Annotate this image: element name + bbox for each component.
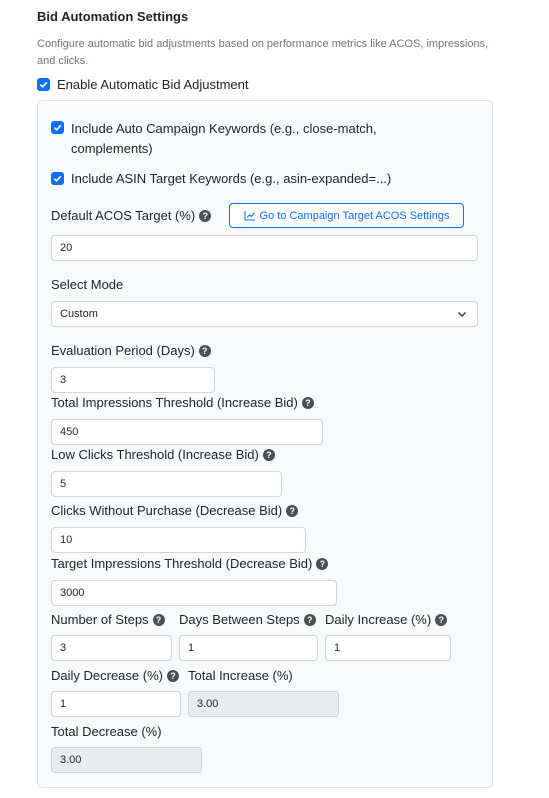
help-icon[interactable]: ? <box>262 448 275 461</box>
clicks-without-purchase-input[interactable]: 10 <box>51 527 306 553</box>
total-impressions-input[interactable]: 450 <box>51 419 323 445</box>
help-icon[interactable]: ? <box>152 613 165 626</box>
daily-decrease-label: Daily Decrease (%)? <box>51 668 179 683</box>
asin-target-label: Include ASIN Target Keywords (e.g., asin… <box>71 171 392 186</box>
low-clicks-input[interactable]: 5 <box>51 471 282 497</box>
clicks-without-purchase-label: Clicks Without Purchase (Decrease Bid)? <box>51 503 299 518</box>
total-increase-readonly: 3.00 <box>188 691 339 717</box>
total-decrease-label: Total Decrease (%) <box>51 724 162 739</box>
help-icon[interactable]: ? <box>199 209 212 222</box>
select-mode-label: Select Mode <box>51 277 124 292</box>
default-acos-label: Default ACOS Target (%)? <box>51 208 212 223</box>
default-acos-input[interactable]: 20 <box>51 235 478 261</box>
section-description: Configure automatic bid adjustments base… <box>37 38 489 67</box>
daily-decrease-input[interactable]: 1 <box>51 691 181 717</box>
evaluation-period-label: Evaluation Period (Days)? <box>51 343 211 358</box>
enable-auto-bid-checkbox[interactable]: Enable Automatic Bid Adjustment <box>37 77 249 92</box>
days-between-steps-label: Days Between Steps? <box>179 612 316 627</box>
help-icon[interactable]: ? <box>166 669 179 682</box>
total-decrease-readonly: 3.00 <box>51 747 202 773</box>
help-icon[interactable]: ? <box>301 396 314 409</box>
help-icon[interactable]: ? <box>316 557 329 570</box>
help-icon[interactable]: ? <box>435 613 448 626</box>
target-impressions-label: Target Impressions Threshold (Decrease B… <box>51 556 329 571</box>
section-title: Bid Automation Settings <box>37 9 189 24</box>
total-increase-label: Total Increase (%) <box>188 668 293 683</box>
select-mode-value: Custom <box>60 308 98 320</box>
low-clicks-label: Low Clicks Threshold (Increase Bid)? <box>51 447 275 462</box>
auto-campaign-checkbox[interactable]: Include Auto Campaign Keywords (e.g., cl… <box>51 119 377 159</box>
number-of-steps-label: Number of Steps? <box>51 612 165 627</box>
daily-increase-input[interactable]: 1 <box>325 635 451 661</box>
go-to-target-acos-label: Go to Campaign Target ACOS Settings <box>259 209 450 222</box>
select-mode-dropdown[interactable]: Custom <box>51 301 478 327</box>
total-impressions-label: Total Impressions Threshold (Increase Bi… <box>51 395 314 410</box>
checkbox-checked-icon[interactable] <box>51 121 64 134</box>
daily-increase-label: Daily Increase (%)? <box>325 612 448 627</box>
help-icon[interactable]: ? <box>303 613 316 626</box>
asin-target-checkbox[interactable]: Include ASIN Target Keywords (e.g., asin… <box>51 171 391 186</box>
number-of-steps-input[interactable]: 3 <box>51 635 172 661</box>
target-impressions-input[interactable]: 3000 <box>51 580 337 606</box>
help-icon[interactable]: ? <box>198 344 211 357</box>
auto-campaign-label-line2: complements) <box>71 141 153 156</box>
chart-line-icon <box>243 211 255 221</box>
help-icon[interactable]: ? <box>286 504 299 517</box>
auto-campaign-label-line1: Include Auto Campaign Keywords (e.g., cl… <box>71 121 377 136</box>
days-between-steps-input[interactable]: 1 <box>179 635 318 661</box>
evaluation-period-input[interactable]: 3 <box>51 367 215 393</box>
enable-auto-bid-label: Enable Automatic Bid Adjustment <box>57 77 249 92</box>
checkbox-checked-icon[interactable] <box>37 78 50 91</box>
go-to-target-acos-button[interactable]: Go to Campaign Target ACOS Settings <box>229 203 464 228</box>
chevron-down-icon <box>457 311 467 318</box>
checkbox-checked-icon[interactable] <box>51 172 64 185</box>
